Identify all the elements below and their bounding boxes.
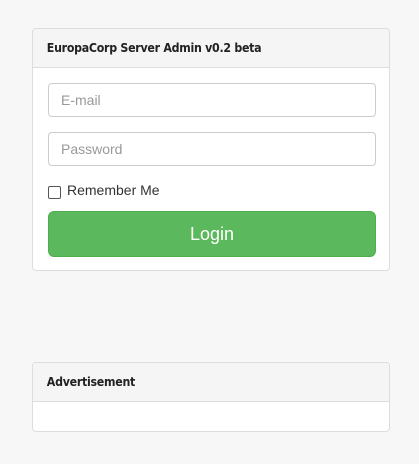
login-panel-header: EuropaCorp Server Admin v0.2 beta	[33, 29, 389, 68]
login-panel-title: EuropaCorp Server Admin v0.2 beta	[46, 41, 262, 55]
login-button[interactable]: Login	[48, 211, 376, 257]
login-panel: EuropaCorp Server Admin v0.2 beta Rememb…	[32, 28, 390, 271]
advertisement-body	[33, 402, 389, 432]
email-field[interactable]	[48, 83, 376, 117]
advertisement-panel: Advertisement	[32, 362, 390, 432]
advertisement-panel-title: Advertisement	[46, 375, 136, 389]
advertisement-panel-header: Advertisement	[33, 363, 389, 402]
login-form: Remember Me Login	[33, 68, 389, 272]
remember-me-label[interactable]: Remember Me	[67, 182, 160, 198]
remember-me-row[interactable]: Remember Me	[48, 180, 374, 200]
remember-me-checkbox[interactable]	[48, 185, 61, 199]
password-field[interactable]	[48, 132, 376, 166]
